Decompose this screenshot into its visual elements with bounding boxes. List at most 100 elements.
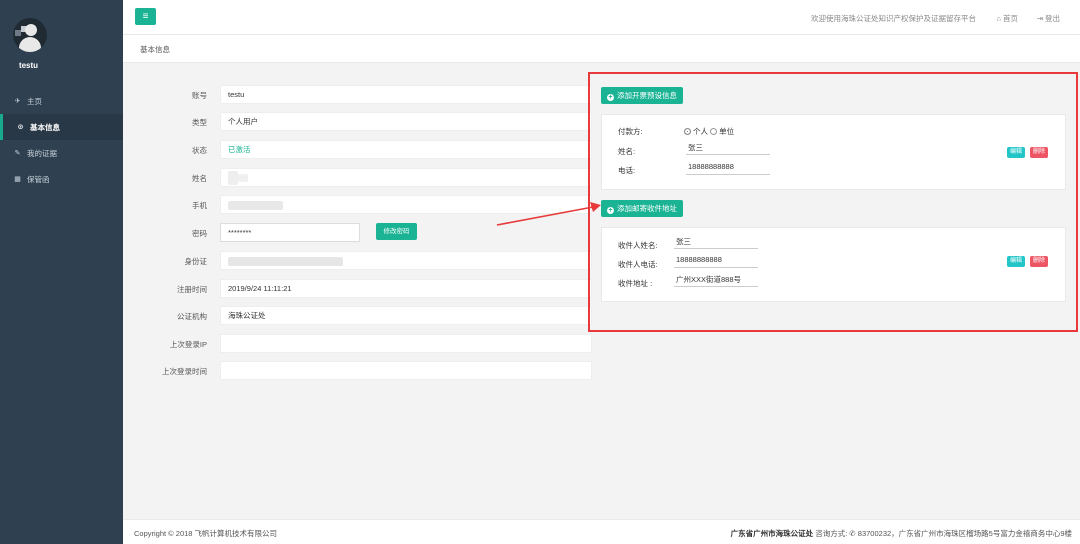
logout-link[interactable]: ⇥ 登出	[1037, 13, 1060, 24]
notary-value: 海珠公证处	[220, 306, 592, 325]
page-title: 基本信息	[140, 45, 170, 54]
main-content: 账号 testu 类型 个人用户 状态 已激活 姓名 手机 密码 *******…	[123, 63, 1080, 519]
idcard-value	[220, 251, 592, 270]
avatar-head	[25, 24, 37, 36]
org-name: 广东省广州市海珠公证处	[730, 529, 814, 538]
plus-circle-icon: +	[607, 207, 614, 214]
contact-phone: 83700232，广东省广州市海珠区榴场路5号富力金禧商务中心9楼	[855, 529, 1072, 538]
status-row: 状态 已激活	[123, 140, 603, 159]
sidebar-nav: ✈ 主页 ⊙ 基本信息 ✎ 我的证据 ▦ 保管函	[0, 88, 123, 192]
last-ip-label: 上次登录IP	[169, 340, 207, 349]
idcard-row: 身份证	[123, 251, 603, 270]
plus-circle-icon: +	[607, 94, 614, 101]
sidebar-item-custody-letter[interactable]: ▦ 保管函	[0, 166, 123, 192]
home-icon: ⌂	[996, 14, 1001, 23]
payer-label: 付款方:	[618, 127, 643, 136]
recipient-phone-label: 收件人电话:	[618, 260, 658, 269]
radio-company-label: 单位	[719, 127, 735, 136]
name-value	[220, 168, 592, 187]
payer-radio-group: 个人 单位	[684, 126, 734, 137]
last-ip-row: 上次登录IP	[123, 334, 603, 353]
recipient-field[interactable]: 张三	[674, 236, 758, 249]
type-label: 类型	[192, 118, 207, 127]
contact-label: 咨询方式:	[813, 529, 850, 538]
register-time-label: 注册时间	[177, 285, 207, 294]
radio-personal[interactable]	[684, 128, 691, 135]
status-label: 状态	[192, 146, 207, 155]
last-time-label: 上次登录时间	[162, 367, 207, 376]
account-label: 账号	[192, 91, 207, 100]
idcard-label: 身份证	[184, 257, 208, 266]
name-label: 姓名	[192, 174, 207, 183]
password-field[interactable]: ********	[220, 223, 360, 242]
menu-toggle-button[interactable]: ≡	[135, 8, 156, 25]
home-link[interactable]: ⌂ 首页	[996, 13, 1018, 24]
status-value: 已激活	[220, 140, 592, 159]
change-password-button[interactable]: 修改密码	[376, 223, 417, 240]
blurred-value	[228, 256, 343, 266]
add-address-button[interactable]: + 添加邮寄收件地址	[601, 200, 683, 217]
logout-link-label: 登出	[1045, 14, 1060, 23]
sidebar-item-home[interactable]: ✈ 主页	[0, 88, 123, 114]
avatar-body	[19, 37, 41, 52]
welcome-text: 欢迎使用海珠公证处知识产权保护及证据留存平台	[811, 14, 976, 23]
notary-row: 公证机构 海珠公证处	[123, 306, 603, 325]
blurred-value	[228, 200, 283, 210]
invoice-name-label: 姓名:	[618, 147, 636, 156]
avatar[interactable]	[13, 18, 47, 52]
name-row: 姓名	[123, 168, 603, 187]
username: testu	[18, 61, 39, 70]
breadcrumb-bar: 基本信息	[123, 35, 1080, 63]
annotation-arrow	[496, 202, 601, 226]
phone-label: 手机	[192, 201, 207, 210]
invoice-phone-field[interactable]: 18888888888	[686, 162, 770, 175]
sidebar-item-label: 基本信息	[30, 122, 60, 132]
type-row: 类型 个人用户	[123, 112, 603, 131]
paper-plane-icon: ✈	[14, 98, 21, 105]
sidebar: testu ✈ 主页 ⊙ 基本信息 ✎ 我的证据 ▦ 保管函	[0, 0, 123, 544]
address-field[interactable]: 广州XXX街道888号	[674, 274, 758, 287]
top-bar: ≡ 欢迎使用海珠公证处知识产权保护及证据留存平台 ⌂ 首页 ⇥ 登出	[123, 0, 1080, 35]
logout-icon: ⇥	[1036, 14, 1043, 23]
radio-personal-label: 个人	[693, 127, 708, 136]
recipient-label: 收件人姓名:	[618, 241, 658, 250]
sidebar-item-label: 主页	[27, 96, 42, 106]
address-label: 收件地址 :	[618, 279, 653, 288]
highlight-frame: + 添加开票预设信息 付款方: 个人 单位 姓名: 张三 电话: 18888888…	[588, 72, 1078, 332]
address-edit-button[interactable]: 编辑	[1007, 256, 1026, 267]
password-label: 密码	[192, 229, 207, 238]
invoice-card: 付款方: 个人 单位 姓名: 张三 电话: 18888888888 编辑 删除	[601, 114, 1066, 190]
blurred-value	[238, 174, 248, 183]
sidebar-item-evidence[interactable]: ✎ 我的证据	[0, 140, 123, 166]
sidebar-item-label: 我的证据	[27, 148, 57, 158]
type-value: 个人用户	[220, 112, 592, 131]
address-delete-button[interactable]: 删除	[1030, 256, 1049, 267]
account-value: testu	[220, 85, 592, 104]
blurred-value	[228, 171, 238, 186]
address-card: 收件人姓名: 张三 收件人电话: 18888888888 收件地址 : 广州XX…	[601, 227, 1066, 302]
sidebar-item-label: 保管函	[27, 174, 50, 184]
invoice-name-field[interactable]: 张三	[686, 142, 770, 155]
add-address-label: 添加邮寄收件地址	[617, 204, 677, 213]
last-ip-value	[220, 334, 592, 353]
recipient-phone-field[interactable]: 18888888888	[674, 255, 758, 268]
last-time-value	[220, 361, 592, 380]
invoice-phone-label: 电话:	[618, 166, 636, 175]
add-invoice-button[interactable]: + 添加开票预设信息	[601, 87, 683, 104]
last-time-row: 上次登录时间	[123, 361, 603, 380]
wrench-icon: ✎	[14, 150, 21, 157]
notary-label: 公证机构	[177, 312, 207, 321]
account-row: 账号 testu	[123, 85, 603, 104]
grid-icon: ▦	[14, 176, 21, 183]
invoice-delete-button[interactable]: 删除	[1030, 147, 1049, 158]
contact-info: 广东省广州市海珠公证处 咨询方式: ✆ 83700232，广东省广州市海珠区榴场…	[731, 528, 1072, 539]
home-link-label: 首页	[1003, 14, 1018, 23]
radio-company[interactable]	[710, 128, 718, 135]
sidebar-item-basic-info[interactable]: ⊙ 基本信息	[0, 114, 123, 140]
register-time-row: 注册时间 2019/9/24 11:11:21	[123, 279, 603, 298]
invoice-edit-button[interactable]: 编辑	[1007, 147, 1026, 158]
footer: Copyright © 2018 飞帆计算机技术有限公司 广东省广州市海珠公证处…	[123, 519, 1080, 544]
add-invoice-label: 添加开票预设信息	[617, 91, 677, 100]
copyright-text: Copyright © 2018 飞帆计算机技术有限公司	[134, 529, 278, 538]
register-time-value: 2019/9/24 11:11:21	[220, 279, 592, 298]
